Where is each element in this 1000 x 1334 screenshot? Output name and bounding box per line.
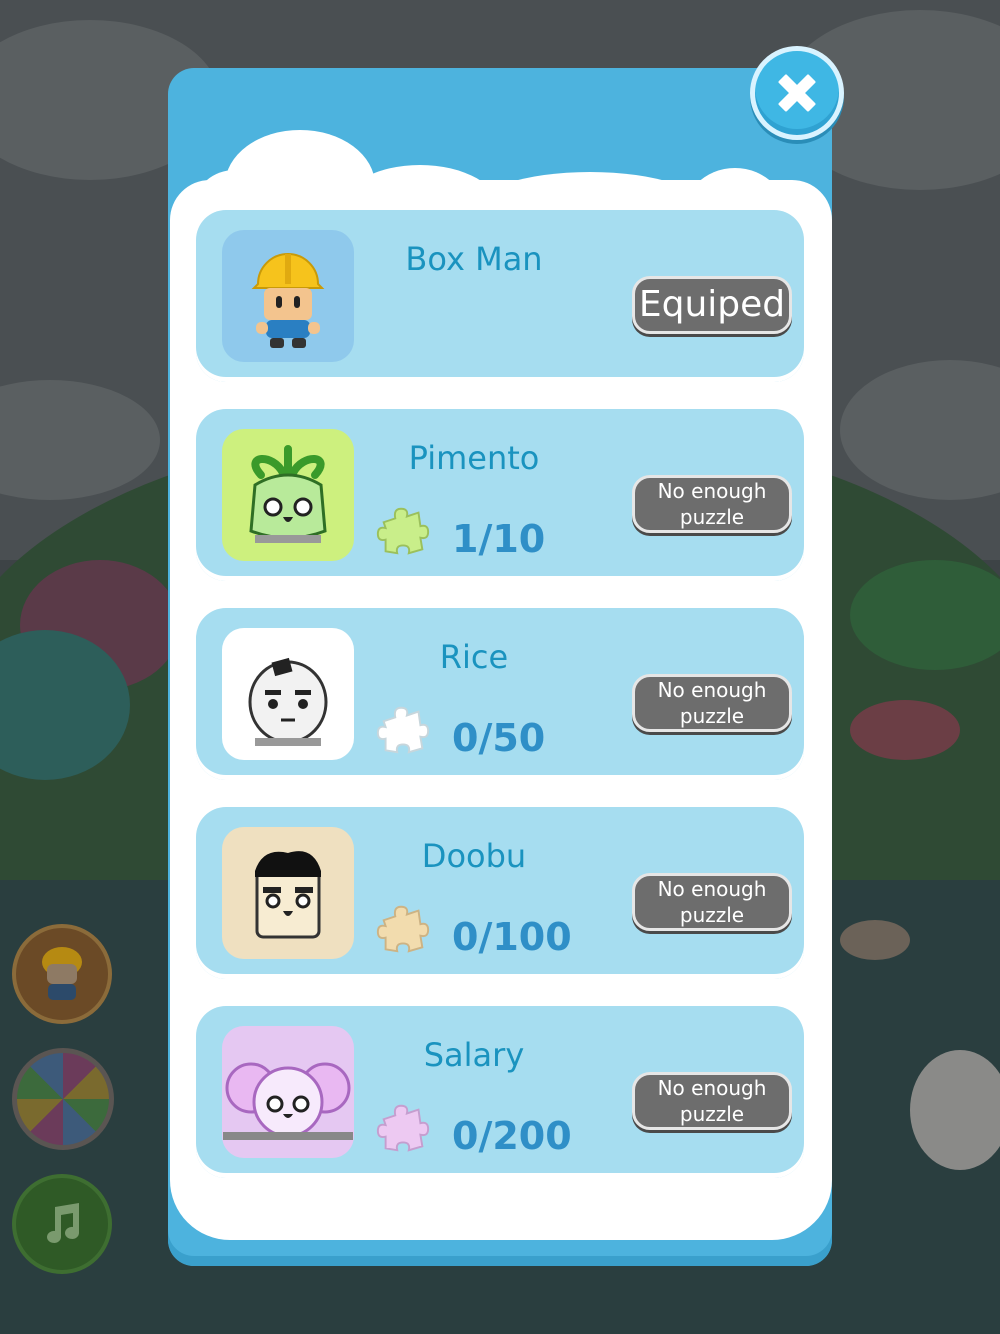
character-name: Box Man <box>405 240 543 278</box>
character-card-box-man: Box Man Equiped <box>196 210 804 382</box>
avatar-rice <box>222 628 354 760</box>
music-note-icon <box>47 1203 79 1243</box>
character-name: Salary <box>423 1036 525 1074</box>
character-name: Pimento <box>408 439 540 477</box>
puzzle-count: 1/10 <box>452 517 546 561</box>
character-card-pimento: Pimento 1/10 No enough puzzle <box>196 409 804 581</box>
character-card-rice: Rice 0/50 No enough puzzle <box>196 608 804 780</box>
character-card-doobu: Doobu 0/100 No enough puzzle <box>196 807 804 979</box>
puzzle-piece-icon <box>376 507 430 555</box>
character-card-salary: Salary 0/200 No enough puzzle <box>196 1006 804 1178</box>
avatar-doobu <box>222 827 354 959</box>
puzzle-piece-icon <box>376 706 430 754</box>
not-enough-puzzle-button[interactable]: No enough puzzle <box>632 674 792 732</box>
puzzle-count: 0/100 <box>452 915 572 959</box>
lucky-wheel-button[interactable] <box>12 1048 114 1150</box>
close-button[interactable] <box>750 46 844 140</box>
puzzle-piece-icon <box>376 1104 430 1152</box>
not-enough-puzzle-button[interactable]: No enough puzzle <box>632 1072 792 1130</box>
music-button[interactable] <box>12 1174 112 1274</box>
not-enough-puzzle-button[interactable]: No enough puzzle <box>632 475 792 533</box>
character-name: Doobu <box>421 837 527 875</box>
avatar-box-man <box>222 230 354 362</box>
character-icon <box>42 947 82 1000</box>
equipped-button[interactable]: Equiped <box>632 276 792 334</box>
avatar-pimento <box>222 429 354 561</box>
character-button[interactable] <box>12 924 112 1024</box>
avatar-salary <box>222 1026 354 1158</box>
puzzle-count: 0/50 <box>452 716 546 760</box>
character-name: Rice <box>439 638 509 676</box>
puzzle-piece-icon <box>376 905 430 953</box>
puzzle-count: 0/200 <box>452 1114 572 1158</box>
close-icon <box>778 74 816 112</box>
not-enough-puzzle-button[interactable]: No enough puzzle <box>632 873 792 931</box>
